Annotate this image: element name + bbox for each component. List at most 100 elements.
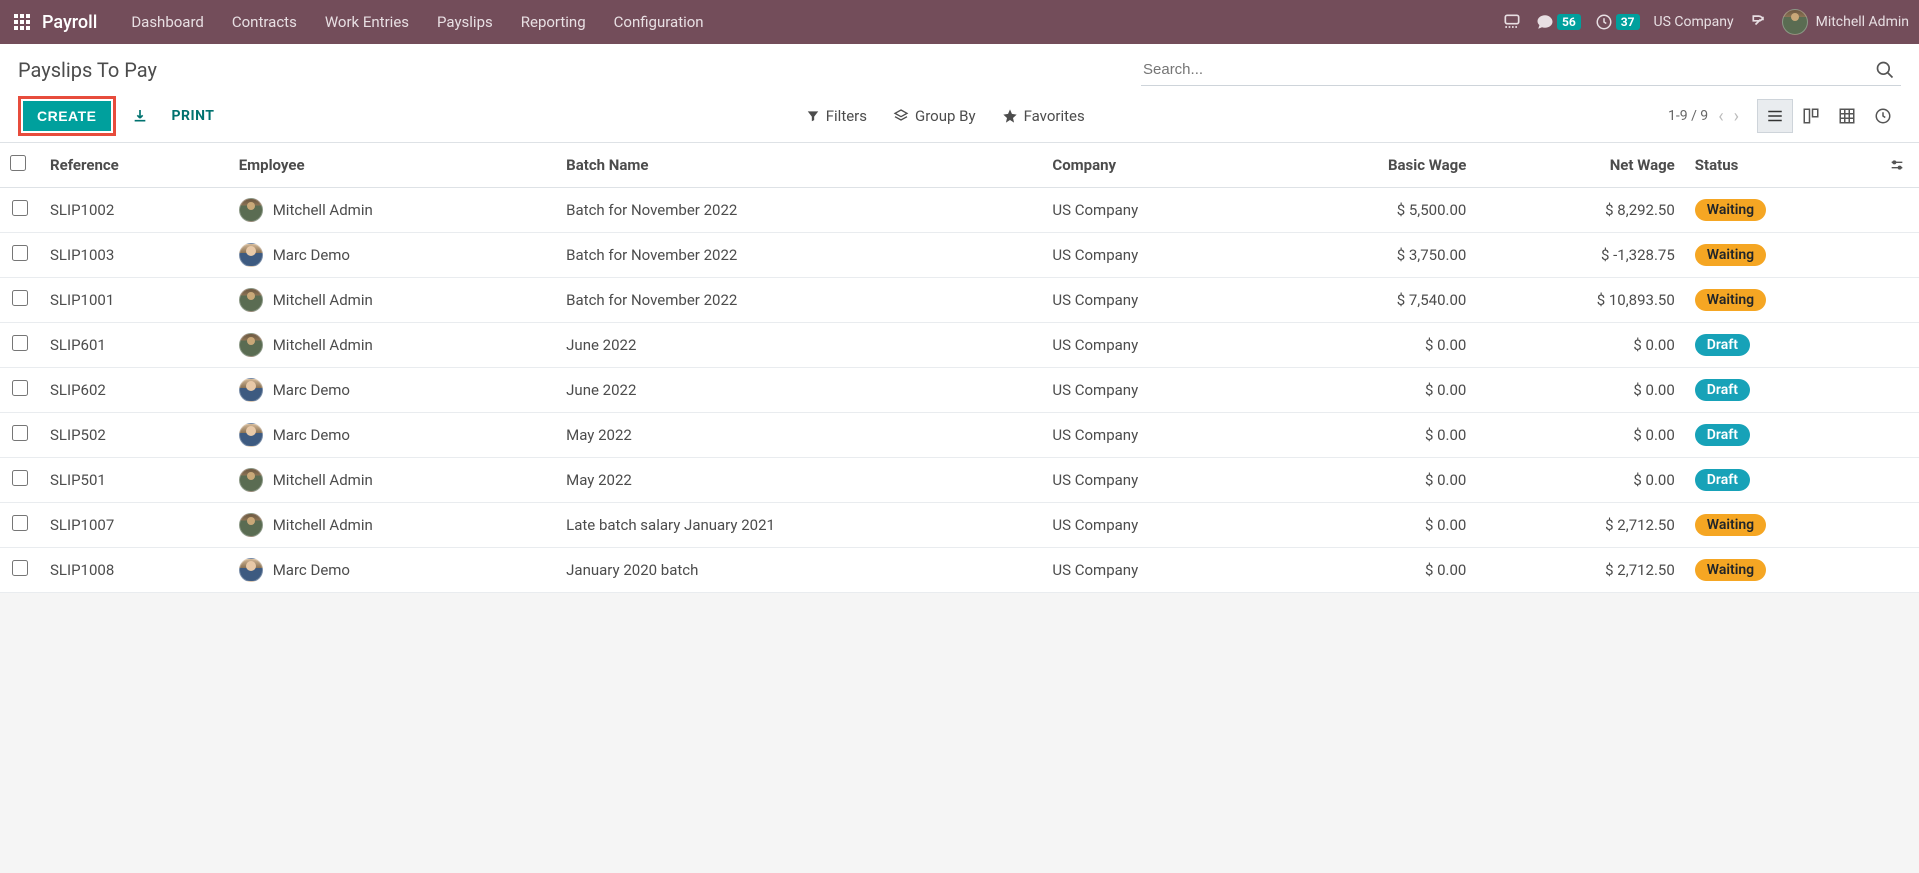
cell-employee: Mitchell Admin xyxy=(229,188,556,233)
cell-company: US Company xyxy=(1042,368,1267,413)
view-kanban-icon[interactable] xyxy=(1793,99,1829,133)
employee-name: Marc Demo xyxy=(273,561,350,579)
cell-batch: Batch for November 2022 xyxy=(556,188,1042,233)
view-pivot-icon[interactable] xyxy=(1829,99,1865,133)
debug-icon[interactable] xyxy=(1748,12,1768,32)
employee-avatar xyxy=(239,423,263,447)
cell-company: US Company xyxy=(1042,233,1267,278)
cell-basic-wage: $ 0.00 xyxy=(1267,458,1476,503)
table-row[interactable]: SLIP501Mitchell AdminMay 2022US Company$… xyxy=(0,458,1919,503)
row-checkbox[interactable] xyxy=(12,515,28,531)
favorites-button[interactable]: Favorites xyxy=(1002,107,1085,125)
groupby-button[interactable]: Group By xyxy=(893,107,976,125)
export-icon[interactable] xyxy=(126,104,154,128)
messages-button[interactable]: 56 xyxy=(1536,13,1581,31)
employee-avatar xyxy=(239,243,263,267)
cell-status: Waiting xyxy=(1685,188,1879,233)
breadcrumb: Payslips To Pay xyxy=(18,58,157,82)
nav-item-reporting[interactable]: Reporting xyxy=(507,0,600,44)
status-badge: Waiting xyxy=(1695,289,1766,311)
app-name[interactable]: Payroll xyxy=(42,12,97,33)
voip-icon[interactable] xyxy=(1502,12,1522,32)
cell-company: US Company xyxy=(1042,458,1267,503)
row-checkbox[interactable] xyxy=(12,290,28,306)
row-checkbox[interactable] xyxy=(12,200,28,216)
view-list-icon[interactable] xyxy=(1757,99,1793,133)
cell-status: Draft xyxy=(1685,413,1879,458)
cell-employee: Marc Demo xyxy=(229,233,556,278)
optional-columns-icon[interactable] xyxy=(1889,157,1909,173)
favorites-label: Favorites xyxy=(1024,107,1085,125)
cell-batch: Late batch salary January 2021 xyxy=(556,503,1042,548)
cell-batch: June 2022 xyxy=(556,323,1042,368)
filters-button[interactable]: Filters xyxy=(806,107,867,125)
table-row[interactable]: SLIP1001Mitchell AdminBatch for November… xyxy=(0,278,1919,323)
table-row[interactable]: SLIP1003Marc DemoBatch for November 2022… xyxy=(0,233,1919,278)
nav-item-work-entries[interactable]: Work Entries xyxy=(311,0,423,44)
search-input[interactable] xyxy=(1141,57,1869,82)
cell-company: US Company xyxy=(1042,413,1267,458)
view-activity-icon[interactable] xyxy=(1865,99,1901,133)
search-icon[interactable] xyxy=(1869,60,1901,80)
col-employee[interactable]: Employee xyxy=(229,143,556,188)
cell-batch: Batch for November 2022 xyxy=(556,278,1042,323)
table-row[interactable]: SLIP602Marc DemoJune 2022US Company$ 0.0… xyxy=(0,368,1919,413)
nav-item-contracts[interactable]: Contracts xyxy=(218,0,311,44)
col-batch[interactable]: Batch Name xyxy=(556,143,1042,188)
cell-basic-wage: $ 0.00 xyxy=(1267,548,1476,593)
company-switcher[interactable]: US Company xyxy=(1654,14,1734,30)
employee-name: Marc Demo xyxy=(273,426,350,444)
row-checkbox[interactable] xyxy=(12,335,28,351)
col-reference[interactable]: Reference xyxy=(40,143,229,188)
cell-net-wage: $ 2,712.50 xyxy=(1476,503,1684,548)
list-view: Reference Employee Batch Name Company Ba… xyxy=(0,143,1919,593)
topbar: Payroll DashboardContractsWork EntriesPa… xyxy=(0,0,1919,44)
create-button-highlight: CREATE xyxy=(18,96,116,136)
col-net-wage[interactable]: Net Wage xyxy=(1476,143,1684,188)
table-row[interactable]: SLIP1002Mitchell AdminBatch for November… xyxy=(0,188,1919,233)
create-button[interactable]: CREATE xyxy=(23,101,111,131)
cell-reference: SLIP502 xyxy=(40,413,229,458)
cell-net-wage: $ 2,712.50 xyxy=(1476,548,1684,593)
row-checkbox[interactable] xyxy=(12,425,28,441)
status-badge: Waiting xyxy=(1695,244,1766,266)
systray: 56 37 US Company Mitchell Admin xyxy=(1502,9,1909,35)
table-row[interactable]: SLIP601Mitchell AdminJune 2022US Company… xyxy=(0,323,1919,368)
nav-item-configuration[interactable]: Configuration xyxy=(600,0,718,44)
pager-prev-icon[interactable]: ‹ xyxy=(1718,106,1723,127)
pager-value[interactable]: 1-9 / 9 xyxy=(1668,108,1708,124)
table-row[interactable]: SLIP502Marc DemoMay 2022US Company$ 0.00… xyxy=(0,413,1919,458)
cell-employee: Mitchell Admin xyxy=(229,503,556,548)
nav-item-payslips[interactable]: Payslips xyxy=(423,0,507,44)
col-status[interactable]: Status xyxy=(1685,143,1879,188)
cell-batch: June 2022 xyxy=(556,368,1042,413)
row-checkbox[interactable] xyxy=(12,380,28,396)
table-row[interactable]: SLIP1007Mitchell AdminLate batch salary … xyxy=(0,503,1919,548)
employee-avatar xyxy=(239,468,263,492)
row-checkbox[interactable] xyxy=(12,245,28,261)
cell-net-wage: $ 0.00 xyxy=(1476,323,1684,368)
user-menu[interactable]: Mitchell Admin xyxy=(1782,9,1909,35)
cell-reference: SLIP1002 xyxy=(40,188,229,233)
row-checkbox[interactable] xyxy=(12,470,28,486)
select-all-checkbox[interactable] xyxy=(10,155,26,171)
employee-name: Marc Demo xyxy=(273,381,350,399)
cell-net-wage: $ 0.00 xyxy=(1476,458,1684,503)
status-badge: Draft xyxy=(1695,379,1750,401)
employee-name: Mitchell Admin xyxy=(273,336,373,354)
cell-batch: Batch for November 2022 xyxy=(556,233,1042,278)
search-box[interactable] xyxy=(1141,54,1901,86)
row-checkbox[interactable] xyxy=(12,560,28,576)
apps-icon[interactable] xyxy=(10,10,34,34)
user-name: Mitchell Admin xyxy=(1816,14,1909,30)
table-row[interactable]: SLIP1008Marc DemoJanuary 2020 batchUS Co… xyxy=(0,548,1919,593)
col-company[interactable]: Company xyxy=(1042,143,1267,188)
nav-item-dashboard[interactable]: Dashboard xyxy=(117,0,218,44)
col-basic-wage[interactable]: Basic Wage xyxy=(1267,143,1476,188)
cell-basic-wage: $ 3,750.00 xyxy=(1267,233,1476,278)
cell-employee: Mitchell Admin xyxy=(229,458,556,503)
control-panel: Payslips To Pay CREATE PRINT Filters xyxy=(0,44,1919,143)
pager-next-icon[interactable]: › xyxy=(1734,106,1739,127)
print-button[interactable]: PRINT xyxy=(164,104,223,128)
activities-button[interactable]: 37 xyxy=(1595,13,1640,31)
